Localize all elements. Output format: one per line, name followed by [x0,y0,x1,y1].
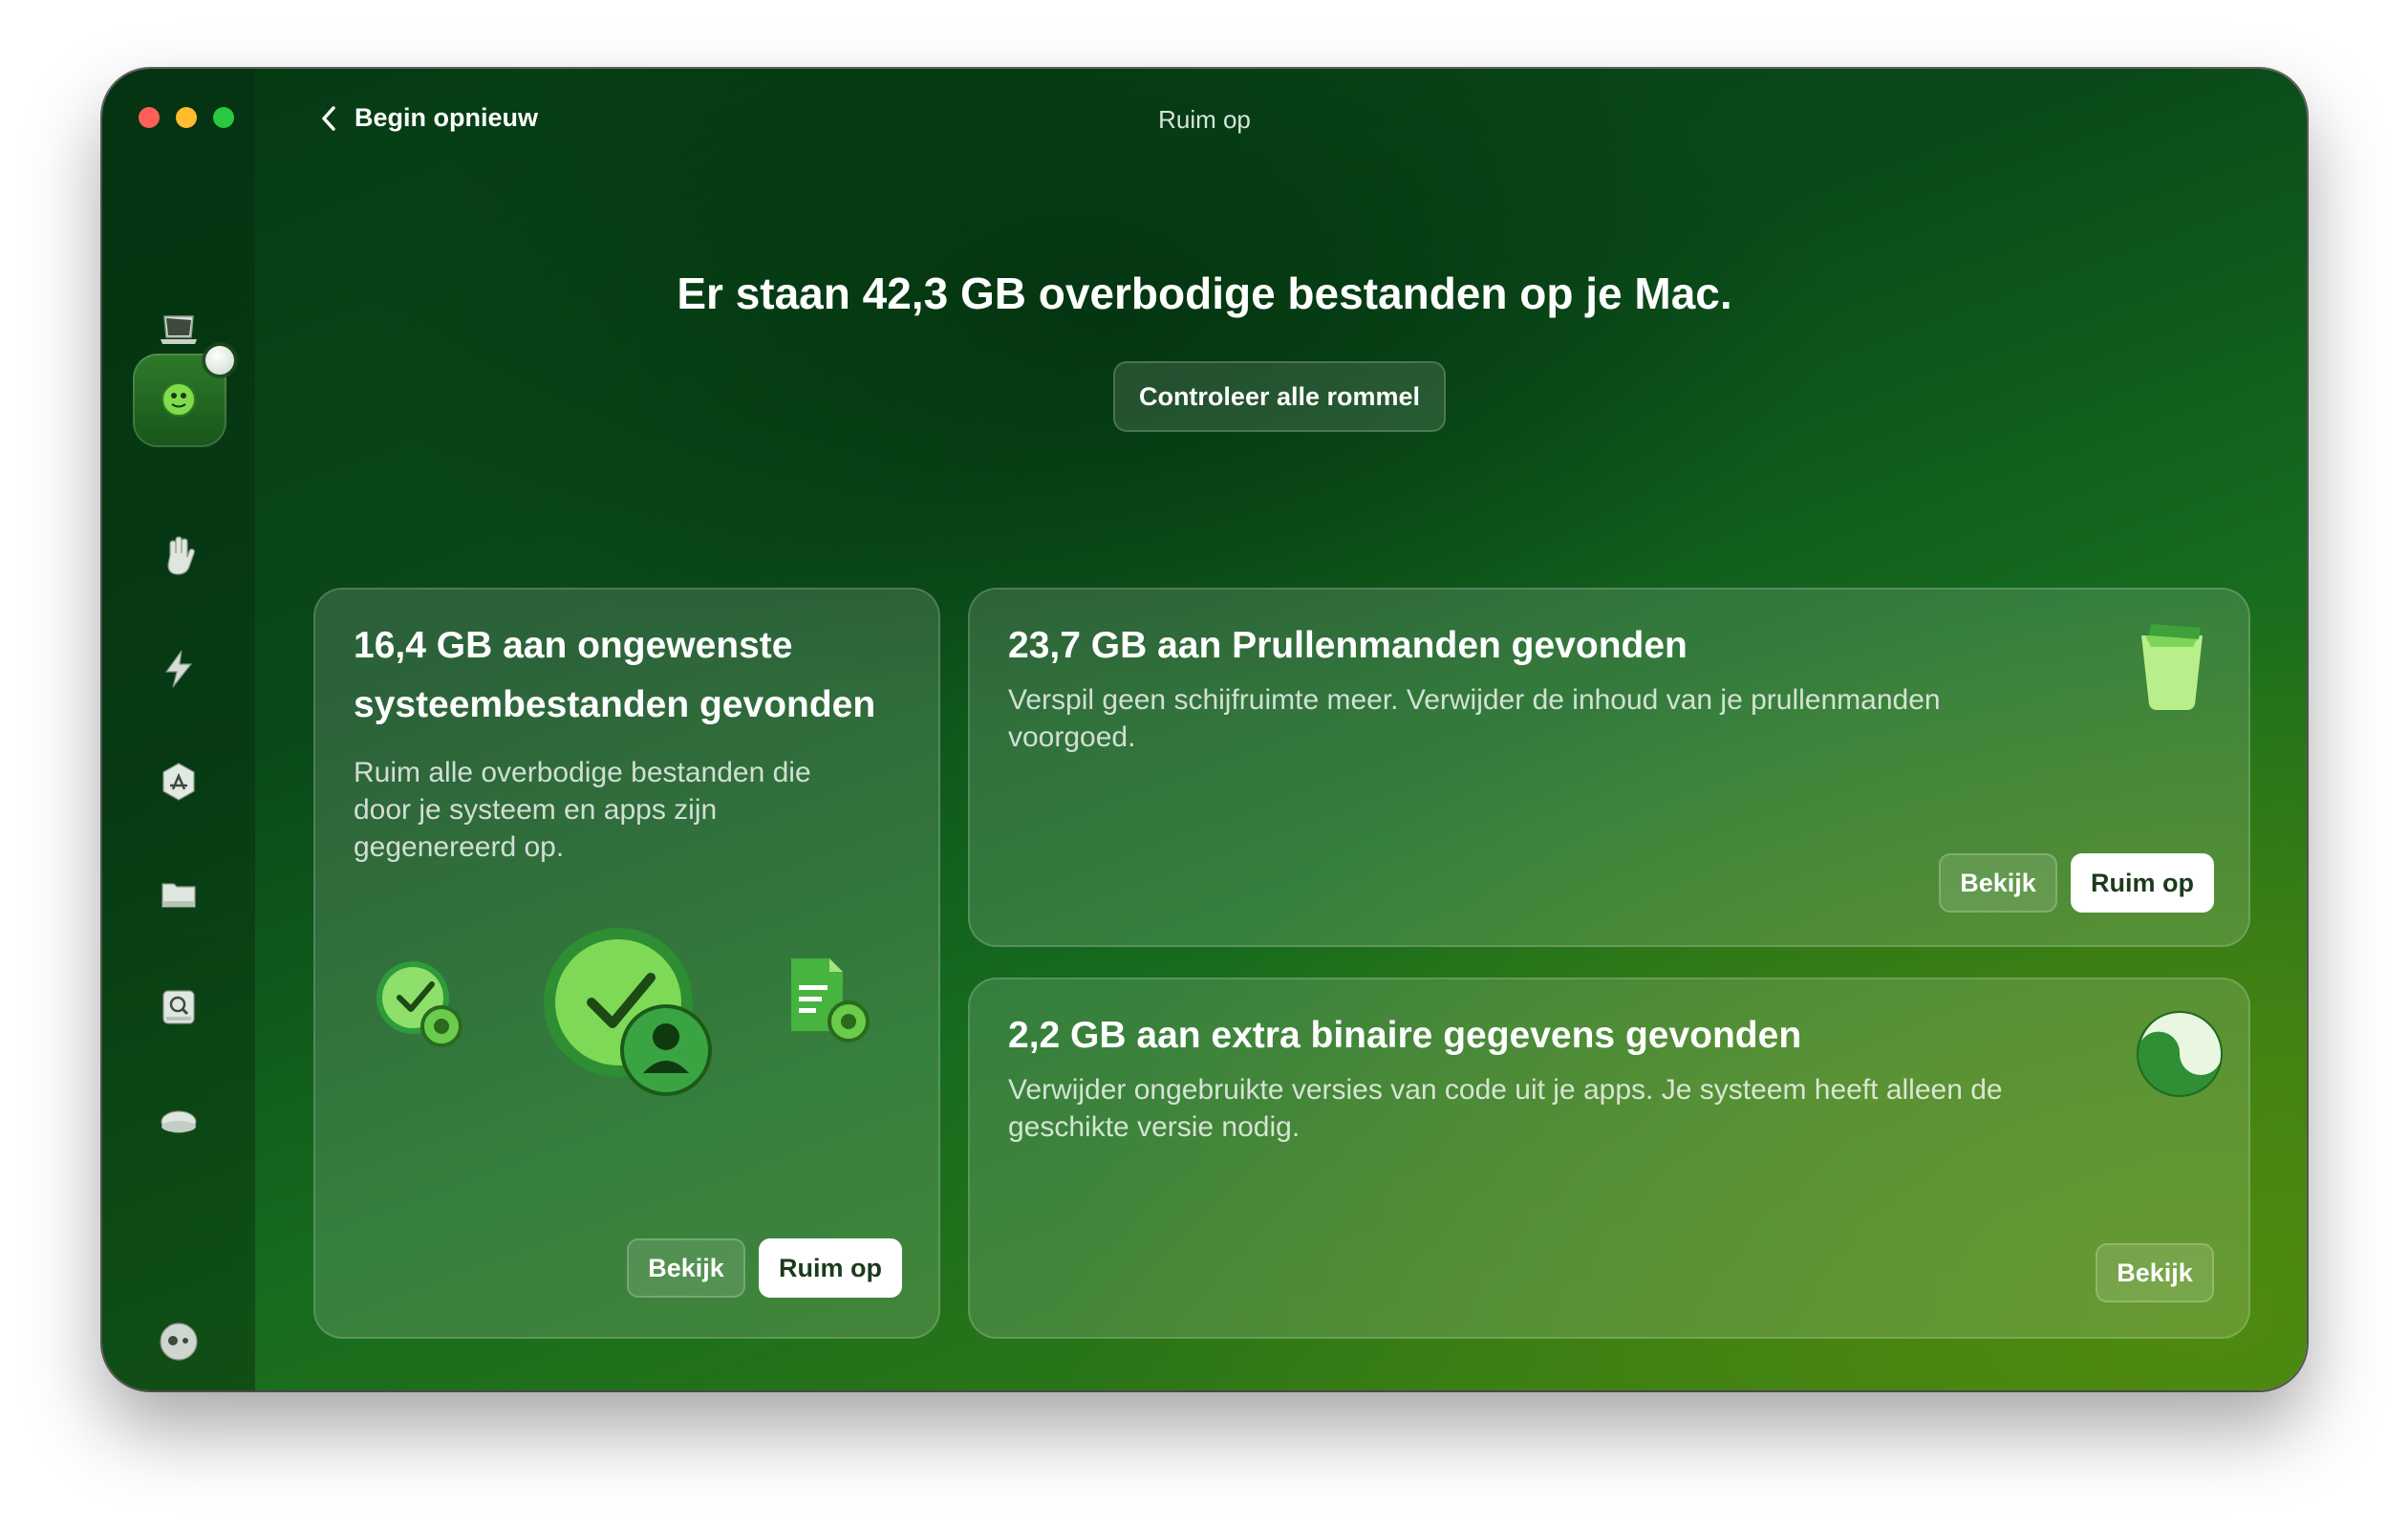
document-gear-icon [791,958,870,1043]
lightning-icon [164,650,193,688]
binaries-desc-line-2: geschikte versie nodig. [1008,1111,1301,1143]
hand-icon [167,536,195,575]
assistant-icon [160,1323,198,1361]
clock-user-icon [544,928,712,1096]
notification-dot [205,346,234,375]
sidebar-item-disk[interactable] [154,982,204,1032]
window-title: Ruim op [1158,105,1251,134]
binaries-title: 2,2 GB aan extra binaire gegevens gevond… [1008,1015,1802,1056]
cloud-icon [161,1110,197,1133]
system-junk-clean-button[interactable]: Ruim op [759,1238,902,1298]
binaries-description: Verwijder ongebruikte versies van code u… [1008,1071,2003,1146]
system-junk-title-line-2: systeembestanden gevonden [354,684,876,725]
sidebar-item-protection[interactable] [154,531,204,581]
binaries-card: 2,2 GB aan extra binaire gegevens gevond… [968,978,2250,1339]
binaries-view-button[interactable]: Bekijk [2096,1243,2214,1302]
binaries-desc-line-1: Verwijder ongebruikte versies van code u… [1008,1074,2003,1106]
binary-yin-yang-icon [2137,1011,2223,1097]
trash-title: 23,7 GB aan Prullenmanden gevonden [1008,625,1688,666]
app-window: Begin opnieuw Ruim op Er staan 42,3 GB o… [102,69,2307,1390]
trash-desc-line-2: voorgoed. [1008,721,1136,753]
app-store-icon [162,763,195,801]
folder-icon [161,883,196,908]
system-junk-view-button[interactable]: Bekijk [627,1238,745,1298]
clock-gear-icon [376,961,462,1047]
sidebar-item-cleanup-icon [154,375,204,424]
cleanup-globe-icon [161,382,196,417]
trash-desc-line-1: Verspil geen schijfruimte meer. Verwijde… [1008,684,1941,716]
trash-view-button[interactable]: Bekijk [1939,853,2057,913]
trash-bin-icon [2141,624,2203,710]
system-junk-title-line-1: 16,4 GB aan ongewenste [354,625,793,666]
system-junk-desc-line-1: Ruim alle overbodige bestanden die [354,757,811,788]
trash-clean-button[interactable]: Ruim op [2071,853,2214,913]
system-junk-desc-line-3: gegenereerd op. [354,831,565,863]
sidebar-item-applications[interactable] [154,757,204,807]
disk-search-icon [162,990,195,1024]
system-junk-description: Ruim alle overbodige bestanden die door … [354,754,811,866]
system-junk-title: 16,4 GB aan ongewenste systeembestanden … [354,616,875,735]
review-all-button[interactable]: Controleer alle rommel [1113,361,1446,432]
system-junk-desc-line-2: door je systeem en apps zijn [354,794,718,826]
sidebar-item-cloud[interactable] [154,1095,204,1145]
trash-card: 23,7 GB aan Prullenmanden gevonden Versp… [968,588,2250,947]
system-junk-card: 16,4 GB aan ongewenste systeembestanden … [313,588,940,1339]
sidebar-item-assistant[interactable] [154,1317,204,1366]
sidebar-item-performance[interactable] [154,644,204,694]
page-title: Er staan 42,3 GB overbodige bestanden op… [677,269,1732,318]
sidebar-item-my-clutter[interactable] [154,870,204,919]
trash-description: Verspil geen schijfruimte meer. Verwijde… [1008,681,1941,756]
